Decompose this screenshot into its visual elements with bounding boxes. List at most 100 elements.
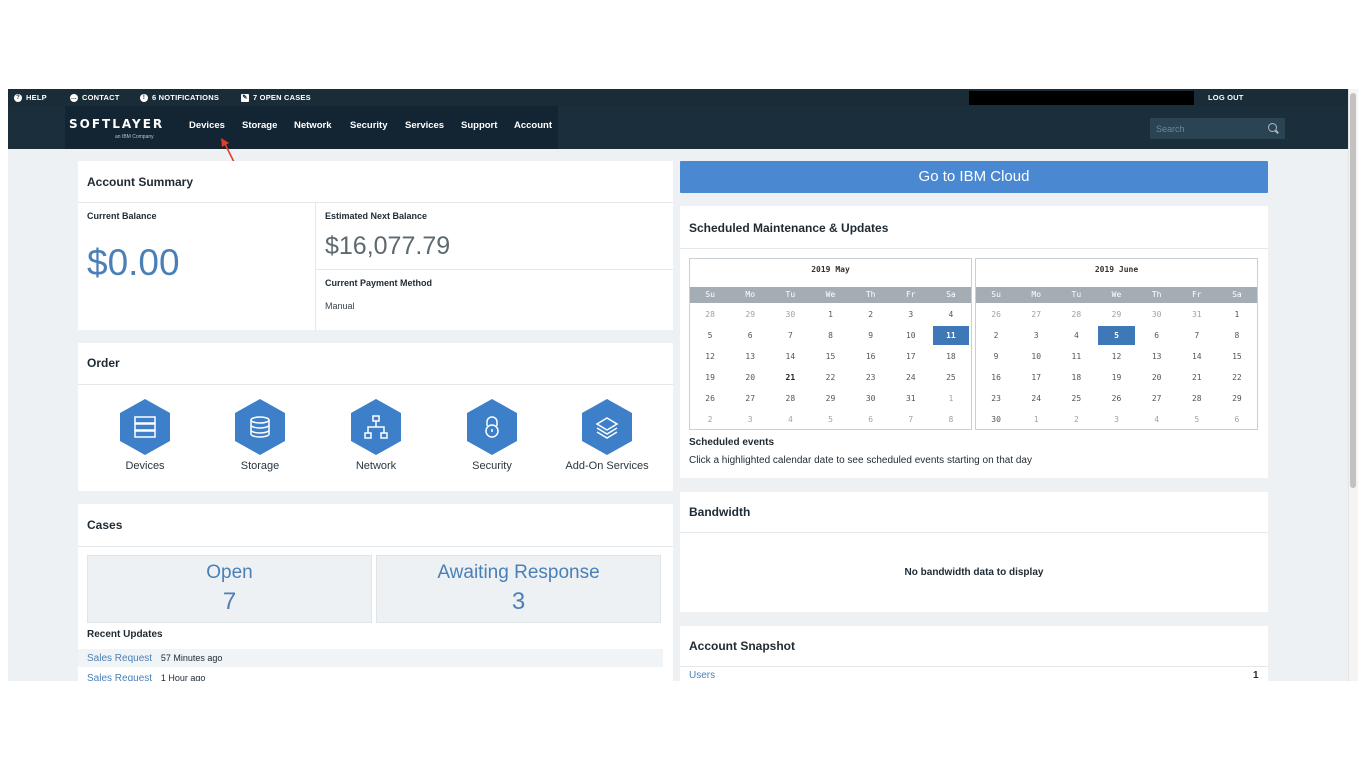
snapshot-users-link[interactable]: Users <box>689 670 715 681</box>
calendar-day[interactable]: 28 <box>1179 389 1215 408</box>
calendar-day[interactable]: 29 <box>732 305 768 324</box>
calendar-day[interactable]: 7 <box>893 410 929 429</box>
calendar-day[interactable]: 22 <box>1219 368 1255 387</box>
case-link[interactable]: Sales Request <box>87 653 152 664</box>
calendar-day[interactable]: 5 <box>1179 410 1215 429</box>
calendar-day[interactable]: 21 <box>772 368 808 387</box>
calendar-day[interactable]: 7 <box>1179 326 1215 345</box>
calendar-day[interactable]: 30 <box>853 389 889 408</box>
nav-account[interactable]: Account <box>514 120 552 131</box>
calendar-day[interactable]: 8 <box>933 410 969 429</box>
calendar-day[interactable]: 11 <box>932 326 969 345</box>
nav-storage[interactable]: Storage <box>242 120 277 131</box>
calendar-day[interactable]: 28 <box>692 305 728 324</box>
calendar-day[interactable]: 7 <box>772 326 808 345</box>
order-addon-services-tile[interactable]: Add-On Services <box>561 399 653 479</box>
order-security-tile[interactable]: Security <box>446 399 538 479</box>
calendar-day[interactable]: 10 <box>893 326 929 345</box>
calendar-day[interactable]: 14 <box>772 347 808 366</box>
search-input[interactable] <box>1156 121 1256 136</box>
calendar-day[interactable]: 23 <box>853 368 889 387</box>
calendar-day[interactable]: 13 <box>1139 347 1175 366</box>
calendar-day[interactable]: 29 <box>812 389 848 408</box>
calendar-day[interactable]: 18 <box>933 347 969 366</box>
case-link[interactable]: Sales Request <box>87 673 152 681</box>
calendar-day[interactable]: 3 <box>732 410 768 429</box>
open-cases-link[interactable]: ✎ 7 OPEN CASES <box>241 89 311 106</box>
calendar-day[interactable]: 28 <box>772 389 808 408</box>
calendar-day[interactable]: 30 <box>1139 305 1175 324</box>
calendar-day[interactable]: 19 <box>1098 368 1134 387</box>
calendar-day[interactable]: 23 <box>978 389 1014 408</box>
calendar-day[interactable]: 11 <box>1058 347 1094 366</box>
calendar-day[interactable]: 30 <box>978 410 1014 429</box>
calendar-day[interactable]: 17 <box>1018 368 1054 387</box>
calendar-day[interactable]: 14 <box>1179 347 1215 366</box>
order-devices-tile[interactable]: Devices <box>99 399 191 479</box>
calendar-day[interactable]: 24 <box>893 368 929 387</box>
calendar-day[interactable]: 21 <box>1179 368 1215 387</box>
calendar-day[interactable]: 17 <box>893 347 929 366</box>
calendar-day[interactable]: 30 <box>772 305 808 324</box>
calendar-day[interactable]: 2 <box>692 410 728 429</box>
calendar-day[interactable]: 24 <box>1018 389 1054 408</box>
calendar-day[interactable]: 28 <box>1058 305 1094 324</box>
calendar-day[interactable]: 29 <box>1219 389 1255 408</box>
order-network-tile[interactable]: Network <box>330 399 422 479</box>
search-icon[interactable] <box>1268 123 1277 132</box>
calendar-day[interactable]: 16 <box>853 347 889 366</box>
calendar-day[interactable]: 6 <box>853 410 889 429</box>
calendar-day[interactable]: 10 <box>1018 347 1054 366</box>
calendar-day[interactable]: 5 <box>812 410 848 429</box>
calendar-day[interactable]: 29 <box>1098 305 1134 324</box>
calendar-day[interactable]: 1 <box>1219 305 1255 324</box>
softlayer-logo[interactable]: SOFTLAYER an IBM Company <box>69 117 164 140</box>
calendar-day[interactable]: 27 <box>1139 389 1175 408</box>
calendar-day[interactable]: 6 <box>1219 410 1255 429</box>
calendar-day[interactable]: 27 <box>732 389 768 408</box>
calendar-day[interactable]: 3 <box>1018 326 1054 345</box>
calendar-day[interactable]: 5 <box>692 326 728 345</box>
calendar-day[interactable]: 12 <box>692 347 728 366</box>
calendar-day[interactable]: 1 <box>812 305 848 324</box>
nav-security[interactable]: Security <box>350 120 388 131</box>
contact-link[interactable]: … CONTACT <box>70 89 120 106</box>
calendar-day[interactable]: 4 <box>1139 410 1175 429</box>
calendar-day[interactable]: 2 <box>853 305 889 324</box>
calendar-day[interactable]: 31 <box>1179 305 1215 324</box>
calendar-day[interactable]: 8 <box>1219 326 1255 345</box>
calendar-day[interactable]: 8 <box>812 326 848 345</box>
calendar-day[interactable]: 31 <box>893 389 929 408</box>
open-cases-box[interactable]: Open 7 <box>87 555 372 623</box>
awaiting-response-box[interactable]: Awaiting Response 3 <box>376 555 661 623</box>
order-storage-tile[interactable]: Storage <box>214 399 306 479</box>
calendar-day[interactable]: 2 <box>1058 410 1094 429</box>
calendar-day[interactable]: 26 <box>1098 389 1134 408</box>
calendar-day[interactable]: 9 <box>853 326 889 345</box>
calendar-day[interactable]: 25 <box>933 368 969 387</box>
calendar-day[interactable]: 15 <box>812 347 848 366</box>
calendar-day[interactable]: 4 <box>1058 326 1094 345</box>
calendar-day[interactable]: 27 <box>1018 305 1054 324</box>
calendar-day[interactable]: 1 <box>1018 410 1054 429</box>
calendar-day[interactable]: 22 <box>812 368 848 387</box>
calendar-day[interactable]: 6 <box>732 326 768 345</box>
calendar-day[interactable]: 12 <box>1098 347 1134 366</box>
calendar-day[interactable]: 6 <box>1139 326 1175 345</box>
nav-services[interactable]: Services <box>405 120 444 131</box>
logout-link[interactable]: LOG OUT <box>1208 89 1244 106</box>
calendar-day[interactable]: 25 <box>1058 389 1094 408</box>
calendar-day[interactable]: 9 <box>978 347 1014 366</box>
nav-devices[interactable]: Devices <box>189 120 225 131</box>
calendar-day[interactable]: 13 <box>732 347 768 366</box>
calendar-day[interactable]: 2 <box>978 326 1014 345</box>
calendar-day[interactable]: 18 <box>1058 368 1094 387</box>
go-to-ibm-cloud-button[interactable]: Go to IBM Cloud <box>680 161 1268 193</box>
help-link[interactable]: ? HELP <box>14 89 47 106</box>
notifications-link[interactable]: ! 6 NOTIFICATIONS <box>140 89 219 106</box>
nav-support[interactable]: Support <box>461 120 497 131</box>
calendar-day[interactable]: 4 <box>933 305 969 324</box>
calendar-day[interactable]: 3 <box>1098 410 1134 429</box>
calendar-day[interactable]: 20 <box>732 368 768 387</box>
calendar-day[interactable]: 4 <box>772 410 808 429</box>
